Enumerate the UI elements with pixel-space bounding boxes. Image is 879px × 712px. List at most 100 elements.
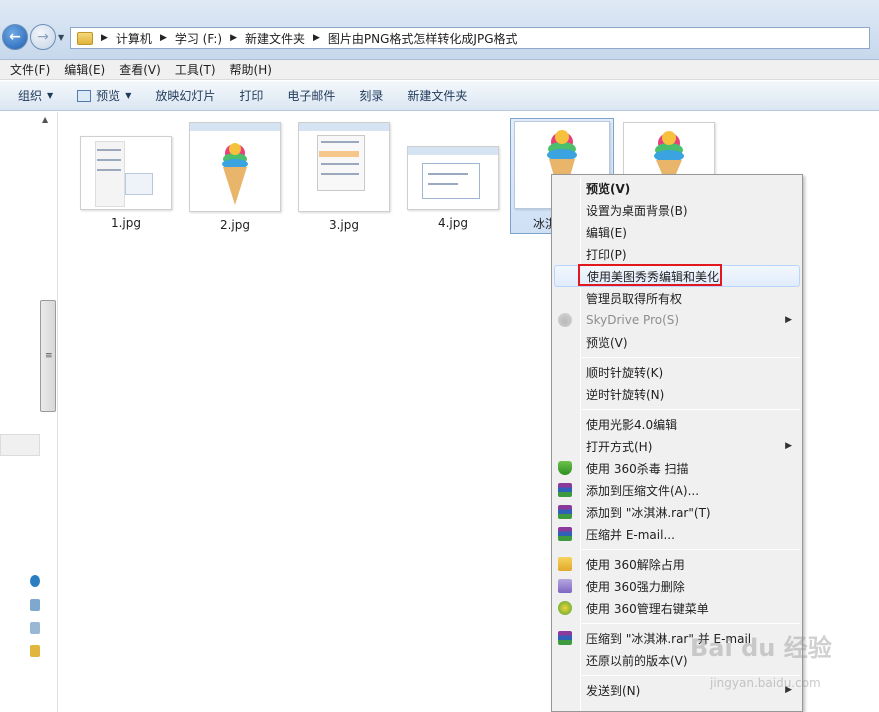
chevron-right-icon[interactable]: ▶ bbox=[101, 33, 108, 43]
cloud-icon bbox=[558, 313, 572, 327]
watermark-url: jingyan.baidu.com bbox=[710, 676, 821, 690]
screenshot-preview-line bbox=[321, 163, 359, 165]
menu-item-label: 使用 360管理右键菜单 bbox=[586, 601, 709, 616]
menu-item-label: 压缩并 E-mail... bbox=[586, 527, 675, 542]
breadcrumb-drive[interactable]: 学习 (F:) bbox=[175, 30, 222, 47]
menu-item-open-with[interactable]: 打开方式(H) ▶ bbox=[554, 435, 800, 457]
winrar-icon bbox=[558, 527, 572, 541]
menu-item-guangying-edit[interactable]: 使用光影4.0编辑 bbox=[554, 413, 800, 435]
menu-item-preview-alt[interactable]: 预览(V) bbox=[554, 331, 800, 353]
chevron-right-icon[interactable]: ▶ bbox=[230, 33, 237, 43]
nav-pane-band bbox=[0, 434, 40, 456]
breadcrumb-computer[interactable]: 计算机 bbox=[116, 30, 152, 47]
navigation-pane: ▲ ≡ bbox=[0, 112, 58, 712]
menu-help[interactable]: 帮助(H) bbox=[230, 61, 272, 78]
drive-icon[interactable] bbox=[30, 622, 40, 634]
shredder-icon bbox=[558, 579, 572, 593]
menu-item-label: 预览(V) bbox=[586, 335, 628, 350]
grip-icon: ≡ bbox=[45, 351, 53, 361]
network-icon[interactable] bbox=[30, 575, 40, 587]
file-thumbnail bbox=[623, 122, 715, 180]
menu-edit[interactable]: 编辑(E) bbox=[64, 61, 105, 78]
file-name: 3.jpg bbox=[328, 218, 360, 232]
menu-separator bbox=[582, 623, 800, 624]
menu-item-360-force-delete[interactable]: 使用 360强力删除 bbox=[554, 575, 800, 597]
folder-icon[interactable] bbox=[30, 645, 40, 657]
menu-item-preview[interactable]: 预览(V) bbox=[554, 177, 800, 199]
file-name: 2.jpg bbox=[219, 218, 251, 232]
file-item[interactable]: 2.jpg bbox=[187, 120, 283, 232]
menu-item-label: 使用 360强力删除 bbox=[586, 579, 685, 594]
menu-item-add-to-archive[interactable]: 添加到压缩文件(A)... bbox=[554, 479, 800, 501]
menu-item-360-scan[interactable]: 使用 360杀毒 扫描 bbox=[554, 457, 800, 479]
plus-circle-icon bbox=[558, 601, 572, 615]
menu-view[interactable]: 查看(V) bbox=[119, 61, 161, 78]
menu-item-rotate-counterclockwise[interactable]: 逆时针旋转(N) bbox=[554, 383, 800, 405]
menu-item-label: 使用 360杀毒 扫描 bbox=[586, 461, 689, 476]
menu-item-label: 管理员取得所有权 bbox=[586, 291, 683, 306]
screenshot-preview-line bbox=[321, 141, 359, 143]
menu-separator bbox=[582, 357, 800, 358]
menu-item-skydrive-pro[interactable]: SkyDrive Pro(S) ▶ bbox=[554, 309, 800, 331]
menu-item-label: 添加到 "冰淇淋.rar"(T) bbox=[586, 505, 711, 520]
preview-icon bbox=[77, 89, 92, 102]
menu-bar: 文件(F) 编辑(E) 查看(V) 工具(T) 帮助(H) bbox=[0, 60, 879, 80]
new-folder-button[interactable]: 新建文件夹 bbox=[395, 87, 479, 104]
recent-pages-dropdown[interactable]: ▼ bbox=[58, 33, 64, 42]
command-bar: 组织 ▼ 预览 ▼ 放映幻灯片 打印 电子邮件 刻录 新建文件夹 bbox=[0, 81, 879, 111]
scroll-up-arrow-icon[interactable]: ▲ bbox=[42, 115, 48, 124]
email-button[interactable]: 电子邮件 bbox=[275, 87, 347, 104]
preview-button[interactable]: 预览 ▼ bbox=[65, 87, 143, 104]
menu-item-take-ownership[interactable]: 管理员取得所有权 bbox=[554, 287, 800, 309]
unlock-icon bbox=[558, 557, 572, 571]
scrollbar-thumb[interactable]: ≡ bbox=[40, 300, 56, 412]
organize-label: 组织 bbox=[18, 89, 43, 103]
breadcrumb-current[interactable]: 图片由PNG格式怎样转化成JPG格式 bbox=[328, 30, 518, 47]
menu-highlight-preview bbox=[319, 151, 359, 157]
watermark-logo: Bai du 经验 bbox=[690, 634, 832, 662]
breadcrumb-folder[interactable]: 新建文件夹 bbox=[245, 30, 305, 47]
file-thumbnail bbox=[298, 122, 390, 212]
menu-item-360-unlock[interactable]: 使用 360解除占用 bbox=[554, 553, 800, 575]
breadcrumb[interactable]: ▶ 计算机 ▶ 学习 (F:) ▶ 新建文件夹 ▶ 图片由PNG格式怎样转化成J… bbox=[70, 27, 870, 49]
ice-cream-icon bbox=[222, 143, 248, 205]
back-button[interactable]: ← bbox=[2, 24, 28, 50]
chevron-right-icon[interactable]: ▶ bbox=[160, 33, 167, 43]
screenshot-preview-line bbox=[428, 173, 468, 175]
screenshot-preview-line bbox=[97, 169, 121, 171]
chevron-right-icon[interactable]: ▶ bbox=[313, 33, 320, 43]
window-bar-preview bbox=[299, 123, 389, 131]
file-item[interactable]: 3.jpg bbox=[296, 120, 392, 232]
menu-item-label: 添加到压缩文件(A)... bbox=[586, 483, 700, 498]
menu-item-label: 使用光影4.0编辑 bbox=[586, 417, 678, 432]
file-item[interactable]: 1.jpg bbox=[78, 120, 174, 230]
menu-item-360-manage-menu[interactable]: 使用 360管理右键菜单 bbox=[554, 597, 800, 619]
menu-tools[interactable]: 工具(T) bbox=[175, 61, 216, 78]
menu-file[interactable]: 文件(F) bbox=[10, 61, 50, 78]
menu-item-label: 编辑(E) bbox=[586, 225, 627, 240]
organize-button[interactable]: 组织 ▼ bbox=[0, 87, 65, 104]
burn-button[interactable]: 刻录 bbox=[347, 87, 395, 104]
window-bar-preview bbox=[408, 147, 498, 155]
menu-item-label: 逆时针旋转(N) bbox=[586, 387, 665, 402]
slideshow-button[interactable]: 放映幻灯片 bbox=[143, 87, 227, 104]
preview-label: 预览 bbox=[96, 89, 121, 103]
menu-item-add-to-rar[interactable]: 添加到 "冰淇淋.rar"(T) bbox=[554, 501, 800, 523]
screenshot-preview-line bbox=[97, 159, 121, 161]
address-bar: ← → ▼ ▶ 计算机 ▶ 学习 (F:) ▶ 新建文件夹 ▶ 图片由PNG格式… bbox=[0, 0, 879, 60]
forward-button[interactable]: → bbox=[30, 24, 56, 50]
menu-item-edit[interactable]: 编辑(E) bbox=[554, 221, 800, 243]
menu-item-label: 预览(V) bbox=[586, 181, 631, 196]
screenshot-preview-line bbox=[428, 183, 458, 185]
menu-item-print[interactable]: 打印(P) bbox=[554, 243, 800, 265]
menu-separator bbox=[582, 409, 800, 410]
menu-item-rotate-clockwise[interactable]: 顺时针旋转(K) bbox=[554, 361, 800, 383]
winrar-icon bbox=[558, 505, 572, 519]
file-item[interactable]: 4.jpg bbox=[405, 120, 501, 230]
menu-item-compress-email[interactable]: 压缩并 E-mail... bbox=[554, 523, 800, 545]
menu-item-set-desktop-background[interactable]: 设置为桌面背景(B) bbox=[554, 199, 800, 221]
print-button[interactable]: 打印 bbox=[227, 87, 275, 104]
menu-item-label: 使用 360解除占用 bbox=[586, 557, 685, 572]
computer-icon[interactable] bbox=[30, 599, 40, 611]
file-thumbnail bbox=[407, 146, 499, 210]
